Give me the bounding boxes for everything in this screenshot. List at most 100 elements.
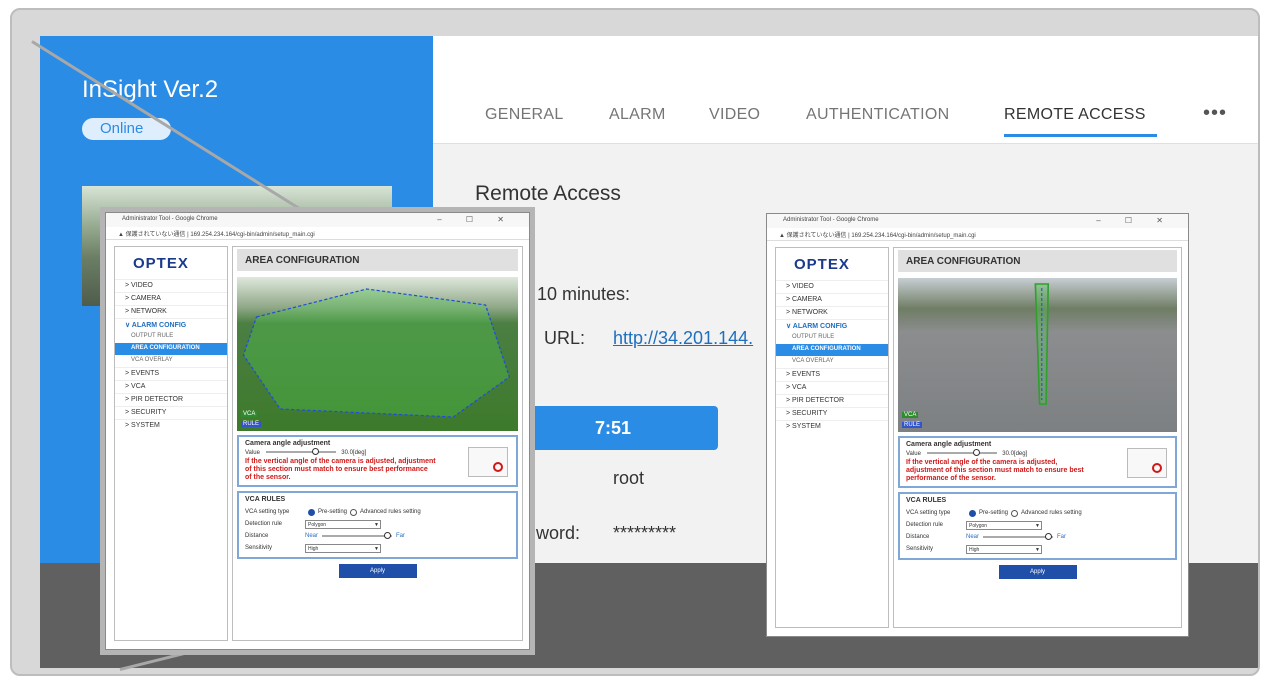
- nav-network[interactable]: > NETWORK: [115, 305, 227, 318]
- tab-general[interactable]: GENERAL: [485, 106, 564, 124]
- username-value: root: [613, 468, 645, 488]
- distance-label: Distance: [906, 534, 930, 540]
- setting-type-label: VCA setting type: [245, 509, 290, 515]
- detection-rule-label: Detection rule: [906, 522, 944, 528]
- angle-slider[interactable]: [265, 448, 336, 456]
- nav-vca[interactable]: > VCA: [115, 380, 227, 393]
- tab-remote-access[interactable]: REMOTE ACCESS: [1004, 106, 1146, 124]
- browser-window-left: Administrator Tool - Google Chrome – ☐ ✕…: [100, 207, 535, 655]
- distance-label: Distance: [245, 533, 269, 539]
- window-controls[interactable]: – ☐ ✕: [1096, 216, 1174, 225]
- slider-knob[interactable]: [972, 449, 980, 457]
- vca-rules-panel: VCA RULES VCA setting type Pre-setting A…: [237, 491, 518, 559]
- slider-knob[interactable]: [384, 532, 392, 539]
- camera-view[interactable]: VCA RULE: [237, 277, 518, 431]
- advanced-radio[interactable]: [350, 508, 358, 516]
- optex-logo: OPTEX: [794, 256, 850, 273]
- nav-alarm-config[interactable]: ∨ ALARM CONFIG: [776, 319, 888, 332]
- nav-area-configuration[interactable]: AREA CONFIGURATION: [115, 343, 227, 355]
- vca-badge: VCA: [902, 412, 919, 418]
- rule-badge: RULE: [902, 422, 923, 428]
- nav-pir-detector[interactable]: > PIR DETECTOR: [776, 394, 888, 407]
- sensitivity-label: Sensitivity: [906, 546, 934, 552]
- nav-network[interactable]: > NETWORK: [776, 306, 888, 319]
- angle-slider[interactable]: [926, 449, 997, 457]
- nav-pir-detector[interactable]: > PIR DETECTOR: [115, 393, 227, 406]
- sensor-diagram-icon: [468, 447, 508, 477]
- preset-radio[interactable]: [969, 509, 976, 517]
- remote-url-link[interactable]: http://34.201.144.: [613, 328, 753, 349]
- optex-sidebar: OPTEX > VIDEO > CAMERA > NETWORK ∨ ALARM…: [775, 247, 889, 628]
- tab-video[interactable]: VIDEO: [709, 106, 760, 124]
- page-heading: AREA CONFIGURATION: [237, 249, 518, 271]
- password-value: *********: [613, 523, 677, 543]
- slider-knob[interactable]: [311, 448, 319, 456]
- page-heading: AREA CONFIGURATION: [898, 250, 1177, 272]
- detection-rule-select[interactable]: Polygon: [966, 520, 1042, 530]
- nav-events[interactable]: > EVENTS: [115, 367, 227, 380]
- preset-label: Pre-setting: [979, 510, 1009, 516]
- nav-vca-overlay[interactable]: VCA OVERLAY: [776, 356, 888, 368]
- nav-system[interactable]: > SYSTEM: [776, 420, 888, 433]
- detection-rule-label: Detection rule: [245, 521, 283, 527]
- browser-title: Administrator Tool - Google Chrome: [783, 217, 879, 223]
- vca-rules-title: VCA RULES: [906, 497, 947, 504]
- nav-output-rule[interactable]: OUTPUT RULE: [776, 332, 888, 344]
- angle-value: 30.0[deg]: [1002, 451, 1028, 457]
- detection-polygon[interactable]: [237, 277, 518, 431]
- camera-angle-panel: Camera angle adjustment Value 30.0[deg] …: [237, 435, 518, 487]
- nav-vca[interactable]: > VCA: [776, 381, 888, 394]
- optex-main: AREA CONFIGURATION VCA RULE Camera angle…: [232, 246, 523, 641]
- nav-security[interactable]: > SECURITY: [115, 406, 227, 419]
- nav-alarm-config[interactable]: ∨ ALARM CONFIG: [115, 318, 227, 331]
- rule-badge: RULE: [241, 421, 262, 427]
- nav-security[interactable]: > SECURITY: [776, 407, 888, 420]
- distance-slider[interactable]: [983, 533, 1054, 540]
- tab-authentication[interactable]: AUTHENTICATION: [806, 106, 949, 124]
- sensitivity-select[interactable]: High: [305, 543, 381, 553]
- browser-title: Administrator Tool - Google Chrome: [122, 216, 218, 222]
- camera-view[interactable]: VCA RULE: [898, 278, 1177, 432]
- tab-alarm[interactable]: ALARM: [609, 106, 666, 124]
- slider-knob[interactable]: [1045, 533, 1053, 540]
- apply-button[interactable]: Apply: [338, 564, 417, 578]
- far-label: Far: [396, 533, 406, 539]
- nav-system[interactable]: > SYSTEM: [115, 419, 227, 432]
- window-controls[interactable]: – ☐ ✕: [437, 215, 515, 224]
- nav-vca-overlay[interactable]: VCA OVERLAY: [115, 355, 227, 367]
- distance-slider[interactable]: [322, 532, 393, 539]
- url-label: URL:: [544, 328, 586, 348]
- vca-rules-title: VCA RULES: [245, 496, 286, 503]
- angle-value: 30.0[deg]: [341, 450, 367, 456]
- nav-camera[interactable]: > CAMERA: [776, 293, 888, 306]
- password-label: word:: [536, 523, 581, 543]
- angle-title: Camera angle adjustment: [906, 441, 992, 448]
- sensitivity-select[interactable]: High: [966, 544, 1042, 554]
- address-bar[interactable]: ▲ 保護されていない通信 | 169.254.234.164/cgi-bin/a…: [106, 227, 529, 240]
- advanced-label: Advanced rules setting: [1021, 510, 1082, 516]
- nav-video[interactable]: > VIDEO: [776, 280, 888, 293]
- advanced-label: Advanced rules setting: [360, 509, 421, 515]
- vca-badge: VCA: [241, 411, 258, 417]
- red-circle-icon: [493, 462, 503, 472]
- nav-events[interactable]: > EVENTS: [776, 368, 888, 381]
- detection-rule-select[interactable]: Polygon: [305, 519, 381, 529]
- nav-video[interactable]: > VIDEO: [115, 279, 227, 292]
- apply-button[interactable]: Apply: [998, 565, 1077, 579]
- timer-button[interactable]: 7:51: [525, 406, 718, 450]
- advanced-radio[interactable]: [1011, 509, 1019, 517]
- camera-angle-panel: Camera angle adjustment Value 30.0[deg] …: [898, 436, 1177, 488]
- address-bar[interactable]: ▲ 保護されていない通信 | 169.254.234.164/cgi-bin/a…: [767, 228, 1188, 241]
- detection-zone[interactable]: [898, 278, 1177, 432]
- optex-main: AREA CONFIGURATION VCA RULE Camera angle…: [893, 247, 1182, 628]
- nav-output-rule[interactable]: OUTPUT RULE: [115, 331, 227, 343]
- nav-area-configuration[interactable]: AREA CONFIGURATION: [776, 344, 888, 356]
- nav-camera[interactable]: > CAMERA: [115, 292, 227, 305]
- preset-radio[interactable]: [308, 508, 315, 516]
- optex-sidebar: OPTEX > VIDEO > CAMERA > NETWORK ∨ ALARM…: [114, 246, 228, 641]
- vca-rules-panel: VCA RULES VCA setting type Pre-setting A…: [898, 492, 1177, 560]
- sensor-diagram-icon: [1127, 448, 1167, 478]
- browser-content: OPTEX > VIDEO > CAMERA > NETWORK ∨ ALARM…: [775, 247, 1182, 628]
- more-horizontal-icon[interactable]: •••: [1203, 102, 1227, 125]
- tab-bar: GENERAL ALARM VIDEO AUTHENTICATION REMOT…: [433, 36, 1258, 144]
